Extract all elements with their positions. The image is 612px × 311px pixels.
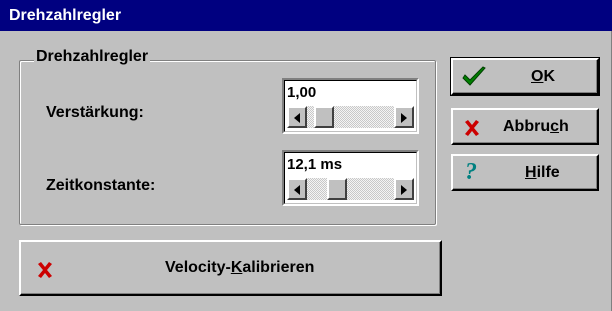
time-constant-scroll-left-button[interactable]	[287, 178, 307, 200]
help-button[interactable]: ? Hilfe	[451, 154, 599, 191]
x-icon	[465, 120, 479, 136]
title-bar[interactable]: Drehzahlregler	[0, 0, 612, 31]
gain-value[interactable]: 1,00	[287, 84, 316, 101]
groupbox-title: Drehzahlregler	[34, 46, 151, 68]
calibrate-label: Velocity-Kalibrieren	[165, 259, 315, 276]
cancel-label: Abbruch	[503, 118, 569, 135]
time-constant-label: Zeitkonstante:	[46, 177, 156, 194]
dialog-window: Drehzahlregler Drehzahlregler Verstärkun…	[0, 0, 612, 311]
time-constant-field[interactable]: 12,1 ms	[282, 150, 419, 206]
gain-scrollbar[interactable]	[287, 106, 414, 128]
time-constant-slider-thumb[interactable]	[327, 178, 347, 200]
ok-label: OK	[531, 68, 556, 85]
time-constant-value[interactable]: 12,1 ms	[287, 156, 342, 173]
ok-button[interactable]: OK	[450, 57, 600, 96]
gain-slider-thumb[interactable]	[314, 106, 334, 128]
check-icon	[462, 66, 486, 86]
arrow-right-icon	[401, 185, 407, 195]
window-title: Drehzahlregler	[9, 7, 122, 24]
time-constant-scroll-right-button[interactable]	[394, 178, 414, 200]
arrow-left-icon	[294, 113, 300, 123]
arrow-left-icon	[294, 185, 300, 195]
gain-scroll-right-button[interactable]	[394, 106, 414, 128]
gain-label: Verstärkung:	[46, 104, 144, 121]
calibrate-button[interactable]: Velocity-Kalibrieren	[19, 240, 442, 296]
gain-field[interactable]: 1,00	[282, 78, 419, 134]
gain-scroll-left-button[interactable]	[287, 106, 307, 128]
time-constant-scrollbar[interactable]	[287, 178, 414, 200]
cancel-button[interactable]: Abbruch	[451, 108, 599, 145]
x-icon	[38, 262, 52, 278]
help-label: Hilfe	[525, 164, 560, 181]
question-icon: ?	[465, 159, 477, 185]
arrow-right-icon	[401, 113, 407, 123]
